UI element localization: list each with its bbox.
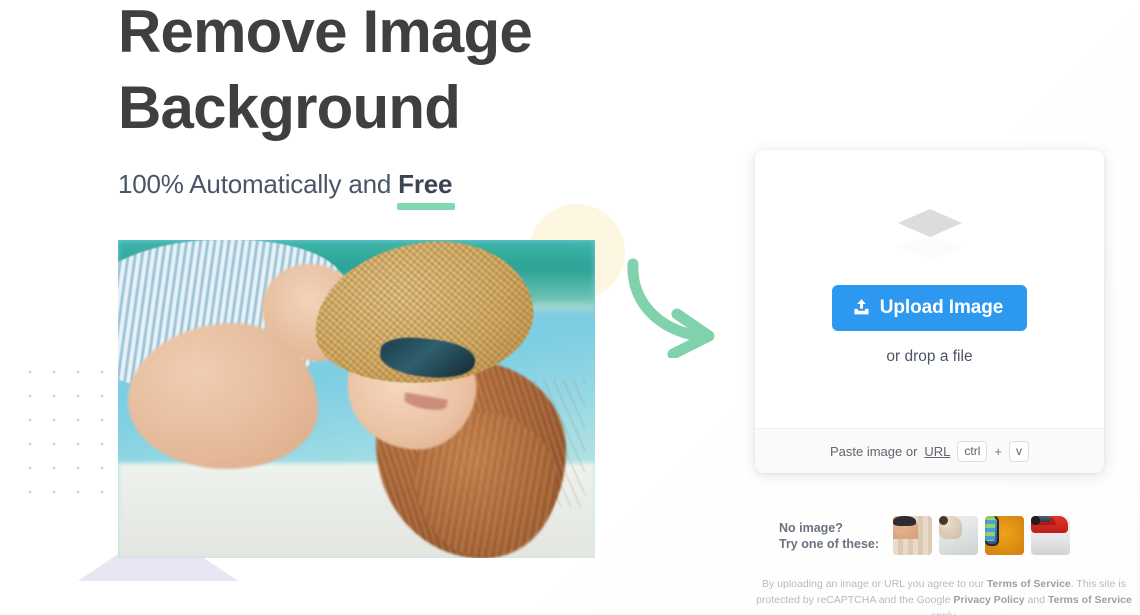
terms-of-service-link-1[interactable]: Terms of Service	[987, 578, 1071, 590]
legal-line1-c: . This site is	[1070, 578, 1127, 590]
sample-images-label: No image? Try one of these:	[779, 520, 879, 552]
curved-arrow-icon	[625, 258, 735, 360]
paste-label: Paste image or	[829, 443, 918, 459]
kbd-v: v	[1009, 440, 1030, 462]
kbd-plus: +	[994, 443, 1003, 459]
legal-line1-a: By uploading an image or URL you agree t…	[761, 578, 987, 590]
thumb-shape	[985, 516, 996, 541]
page-title-line-2: Background	[118, 74, 461, 141]
sample-thumb-car[interactable]	[1031, 516, 1071, 555]
page-root: Remove Image Background 100% Automatical…	[0, 0, 1140, 615]
sample-thumbnails	[893, 516, 1071, 555]
hero-photo	[118, 240, 595, 558]
sample-thumb-phone[interactable]	[985, 516, 1025, 555]
upload-tray-icon	[852, 298, 871, 317]
kbd-ctrl: ctrl	[957, 440, 988, 462]
terms-of-service-link-2[interactable]: Terms of Service	[1048, 594, 1132, 606]
thumb-shape	[1031, 516, 1040, 526]
upload-image-button-label: Upload Image	[879, 296, 1004, 318]
hero-text-block: Remove Image Background 100% Automatical…	[118, 0, 718, 200]
page-subtitle-highlight: Free	[398, 169, 453, 199]
dot-grid-decoration	[18, 360, 114, 500]
legal-line2-c: and	[1024, 594, 1048, 606]
sample-thumb-woman[interactable]	[893, 516, 933, 555]
paste-url-link[interactable]: URL	[924, 444, 950, 459]
legal-line2-e: apply.	[930, 610, 957, 615]
privacy-policy-link[interactable]: Privacy Policy	[953, 594, 1024, 606]
legal-line2-a: protected by reCAPTCHA and the Google	[756, 594, 954, 606]
upload-card[interactable]: Upload Image or drop a file Paste image …	[755, 150, 1104, 473]
sample-label-line-1: No image?	[779, 520, 843, 535]
page-subtitle: 100% Automatically and Free	[118, 168, 718, 200]
layers-stack-icon	[894, 207, 966, 259]
paste-row: Paste image or URL ctrl + v	[755, 428, 1104, 473]
sample-images-row: No image? Try one of these:	[779, 516, 1071, 555]
sample-thumb-cat[interactable]	[939, 516, 979, 555]
legal-disclaimer: By uploading an image or URL you agree t…	[748, 576, 1140, 615]
thumb-shape	[893, 516, 916, 527]
page-title-line-1: Remove Image	[118, 0, 533, 65]
drop-a-file-hint: or drop a file	[886, 347, 973, 365]
page-title: Remove Image Background	[118, 0, 718, 146]
sample-label-line-2: Try one of these:	[779, 536, 880, 551]
upload-image-button[interactable]: Upload Image	[831, 284, 1028, 331]
dropzone[interactable]: Upload Image or drop a file	[755, 150, 1104, 428]
page-subtitle-prefix: 100% Automatically and	[118, 169, 399, 199]
